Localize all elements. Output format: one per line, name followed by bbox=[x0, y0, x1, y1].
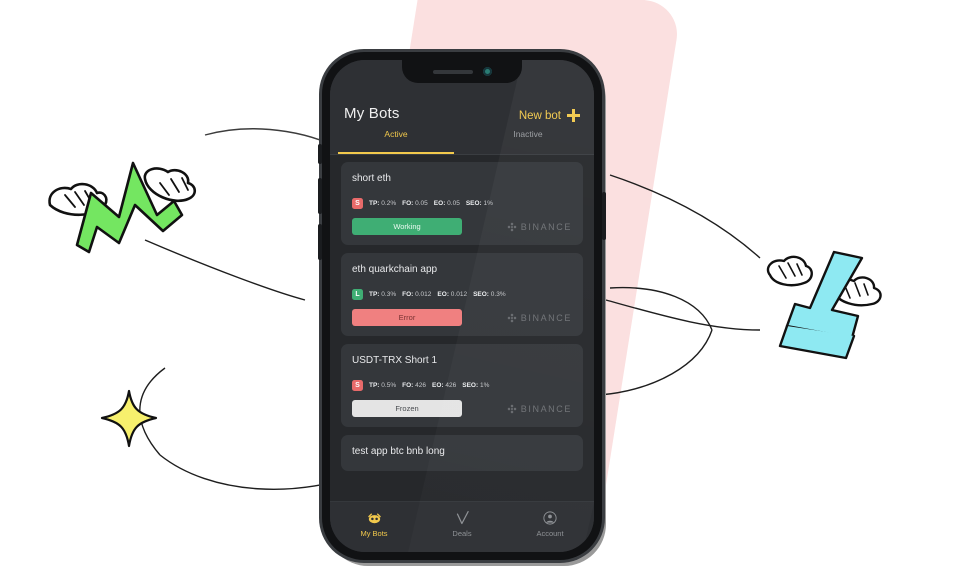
bot-list[interactable]: short eth S TP: 0.2% FO: 0.05 EO: 0.05 S… bbox=[330, 155, 594, 501]
nav-item-account[interactable]: Account bbox=[506, 511, 594, 538]
status-button[interactable]: Frozen bbox=[352, 400, 462, 417]
earpiece-speaker bbox=[432, 69, 473, 74]
plus-icon bbox=[567, 109, 580, 122]
metric-eo: EO: 0.012 bbox=[437, 291, 468, 298]
status-button[interactable]: Error bbox=[352, 309, 462, 326]
tab-active-label: Active bbox=[384, 129, 408, 139]
bot-card[interactable]: test app btc bnb long bbox=[341, 435, 583, 471]
side-badge: S bbox=[352, 198, 363, 209]
metric-tp: TP: 0.5% bbox=[369, 382, 397, 389]
phone-notch bbox=[402, 60, 522, 83]
side-badge: S bbox=[352, 380, 363, 391]
sparkle-star-doodle bbox=[100, 389, 158, 448]
bots-app: My Bots New bot Active Inactive short et… bbox=[330, 60, 594, 552]
tab-active[interactable]: Active bbox=[330, 128, 462, 154]
metric-fo: FO: 0.05 bbox=[402, 200, 428, 207]
account-icon bbox=[543, 511, 557, 526]
bot-card-footer: Error BINANCE bbox=[352, 309, 572, 326]
exchange-logo: BINANCE bbox=[506, 403, 572, 415]
metric-eo: EO: 426 bbox=[432, 382, 457, 389]
exchange-logo: BINANCE bbox=[506, 221, 572, 233]
bot-name: USDT-TRX Short 1 bbox=[352, 355, 438, 366]
binance-diamond-icon bbox=[507, 313, 517, 322]
exchange-name: BINANCE bbox=[520, 403, 572, 414]
metric-seo: SEO: 1% bbox=[465, 200, 493, 207]
tab-inactive-label: Inactive bbox=[513, 129, 543, 139]
page-title: My Bots bbox=[344, 105, 400, 122]
bot-metrics: L TP: 0.3% FO: 0.012 EO: 0.012 SEO: 0.3% bbox=[352, 289, 572, 300]
metric-eo: EO: 0.05 bbox=[433, 200, 460, 207]
bot-card[interactable]: eth quarkchain app L TP: 0.3% FO: 0.012 … bbox=[341, 253, 583, 336]
bot-card[interactable]: short eth S TP: 0.2% FO: 0.05 EO: 0.05 S… bbox=[341, 162, 583, 245]
winged-litecoin-doodle bbox=[766, 250, 882, 360]
metric-tp: TP: 0.2% bbox=[369, 200, 397, 207]
exchange-logo: BINANCE bbox=[506, 312, 572, 324]
status-button[interactable]: Working bbox=[352, 218, 462, 235]
front-camera-icon bbox=[482, 67, 492, 76]
metric-seo: SEO: 0.3% bbox=[473, 291, 506, 298]
bot-name: test app btc bnb long bbox=[352, 446, 445, 457]
bot-metrics: S TP: 0.5% FO: 426 EO: 426 SEO: 1% bbox=[352, 380, 572, 391]
metric-fo: FO: 0.012 bbox=[402, 291, 432, 298]
bot-name: eth quarkchain app bbox=[352, 264, 438, 275]
exchange-name: BINANCE bbox=[520, 312, 572, 323]
metric-fo: FO: 426 bbox=[402, 382, 426, 389]
bot-card-footer: Frozen BINANCE bbox=[352, 400, 572, 417]
robot-icon bbox=[367, 511, 382, 526]
bot-card[interactable]: USDT-TRX Short 1 S TP: 0.5% FO: 426 EO: … bbox=[341, 344, 583, 427]
nav-item-deals[interactable]: Deals bbox=[418, 510, 506, 538]
phone-frame: My Bots New bot Active Inactive short et… bbox=[318, 52, 606, 560]
bot-filter-tabs: Active Inactive bbox=[330, 128, 594, 155]
metric-tp: TP: 0.3% bbox=[369, 291, 397, 298]
nav-label: Deals bbox=[452, 528, 472, 538]
bot-card-footer: Working BINANCE bbox=[352, 218, 572, 235]
nav-label: Account bbox=[536, 528, 564, 538]
binance-diamond-icon bbox=[507, 222, 517, 231]
phone-mute-switch[interactable] bbox=[318, 144, 322, 164]
exchange-name: BINANCE bbox=[520, 221, 572, 232]
new-bot-button[interactable]: New bot bbox=[519, 109, 580, 122]
side-badge: L bbox=[352, 289, 363, 300]
binance-diamond-icon bbox=[507, 404, 517, 413]
bot-name: short eth bbox=[352, 173, 391, 184]
phone-screen: My Bots New bot Active Inactive short et… bbox=[330, 60, 594, 552]
new-bot-label: New bot bbox=[518, 109, 561, 122]
winged-monero-doodle bbox=[48, 161, 197, 254]
phone-mockup: My Bots New bot Active Inactive short et… bbox=[318, 52, 606, 566]
nav-label: My Bots bbox=[360, 528, 388, 538]
phone-power-button[interactable] bbox=[602, 192, 606, 240]
tab-inactive[interactable]: Inactive bbox=[462, 128, 594, 154]
check-icon bbox=[455, 510, 470, 526]
bottom-navigation: My Bots Deals Account bbox=[330, 501, 594, 552]
illustration-scene: My Bots New bot Active Inactive short et… bbox=[0, 0, 962, 586]
bot-metrics: S TP: 0.2% FO: 0.05 EO: 0.05 SEO: 1% bbox=[352, 198, 572, 209]
phone-volume-down-button[interactable] bbox=[318, 224, 322, 260]
phone-volume-up-button[interactable] bbox=[318, 178, 322, 214]
nav-item-my-bots[interactable]: My Bots bbox=[330, 511, 418, 538]
metric-seo: SEO: 1% bbox=[462, 382, 490, 389]
